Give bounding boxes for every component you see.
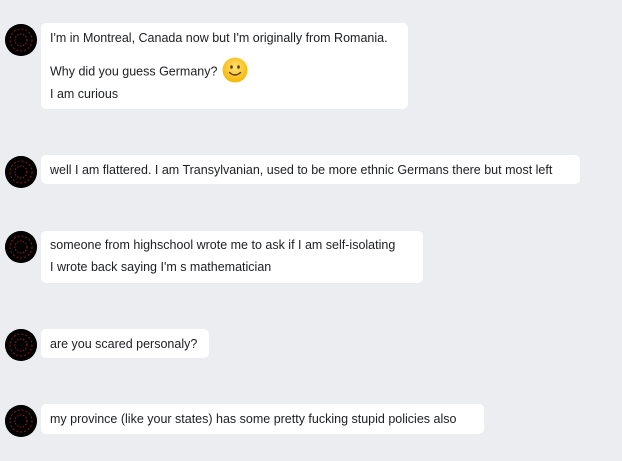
avatar-image — [5, 231, 37, 263]
avatar[interactable] — [5, 329, 37, 361]
avatar-image — [5, 24, 37, 56]
avatar[interactable] — [5, 405, 37, 437]
message-bubble[interactable]: someone from highschool wrote me to ask … — [41, 231, 423, 283]
avatar[interactable] — [5, 156, 37, 188]
avatar[interactable] — [5, 231, 37, 263]
message-text: I'm in Montreal, Canada now but I'm orig… — [50, 31, 388, 45]
avatar-image — [5, 405, 37, 437]
message-text: my province (like your states) has some … — [50, 412, 457, 426]
message-text: well I am flattered. I am Transylvanian,… — [50, 163, 553, 177]
slightly-smiling-face-icon — [222, 57, 248, 83]
message-text: I wrote back saying I'm s mathematician — [50, 260, 272, 274]
message-bubble[interactable]: I'm in Montreal, Canada now but I'm orig… — [41, 23, 408, 109]
message-text: I am curious — [50, 87, 119, 101]
message-bubble[interactable]: well I am flattered. I am Transylvanian,… — [41, 155, 580, 184]
message-bubble[interactable]: my province (like your states) has some … — [41, 404, 484, 434]
message-text: someone from highschool wrote me to ask … — [50, 238, 396, 252]
message-text: Why did you guess Germany? — [50, 57, 248, 85]
message-text: are you scared personaly? — [50, 337, 198, 351]
message-bubble[interactable]: are you scared personaly? — [41, 329, 209, 358]
avatar[interactable] — [5, 24, 37, 56]
avatar-image — [5, 329, 37, 361]
avatar-image — [5, 156, 37, 188]
message-text-line: Why did you guess Germany? — [50, 64, 218, 79]
